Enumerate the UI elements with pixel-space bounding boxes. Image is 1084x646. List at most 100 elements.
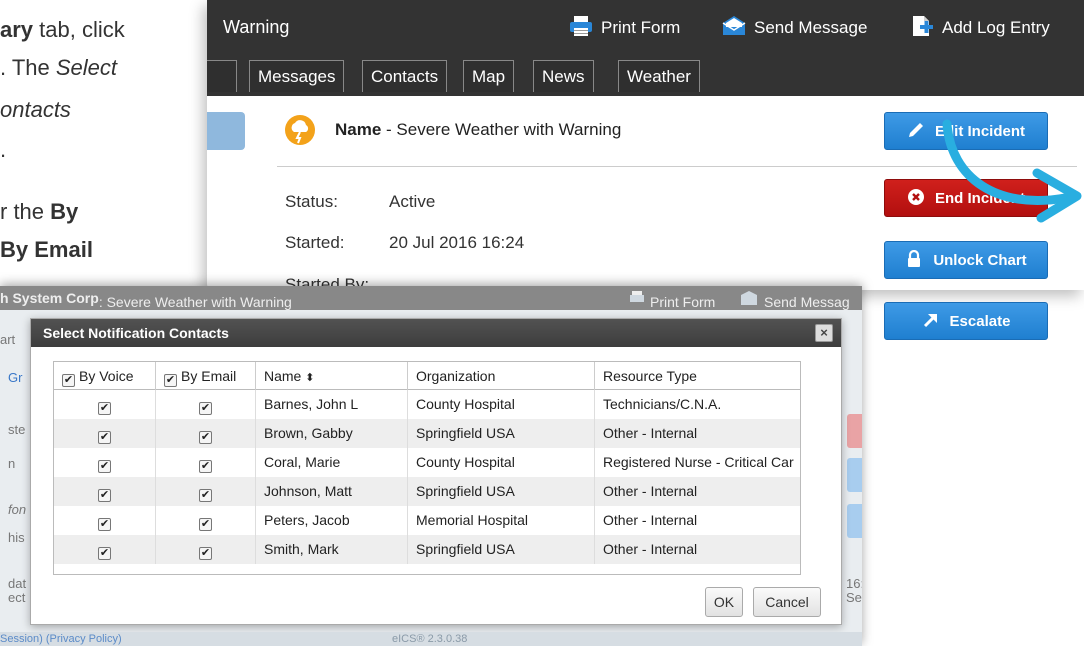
contact-organization: Memorial Hospital [408,506,595,535]
contact-resource-type: Registered Nurse - Critical Car [603,454,794,470]
contact-name: Peters, Jacob [256,506,408,535]
status-label: Status: [285,192,338,211]
instruction-line-3: ontacts [0,97,71,122]
contact-organization: Springfield USA [408,419,595,448]
by-voice-checkbox[interactable]: ✔ [98,489,111,502]
underlying-print-form[interactable]: Print Form [628,290,715,310]
by-email-checkbox[interactable]: ✔ [199,402,212,415]
instruction-line-6: By Email [0,237,93,262]
by-email-select-all-checkbox[interactable]: ✔ [164,374,177,387]
by-voice-checkbox[interactable]: ✔ [98,431,111,444]
footer-links[interactable]: Session) (Privacy Policy) [0,633,122,645]
tab-summary[interactable] [207,60,237,92]
add-log-entry-button[interactable]: Add Log Entry [910,15,1050,38]
instruction-line-2: . The Select [0,55,118,80]
instruction-line-5: r the By [0,199,79,224]
tab-weather[interactable]: Weather [618,60,700,92]
printer-icon [569,15,593,37]
close-icon[interactable]: × [815,324,833,342]
tab-news[interactable]: News [533,60,594,92]
send-message-button[interactable]: Send Message [722,15,867,38]
by-voice-select-all-checkbox[interactable]: ✔ [62,374,75,387]
incident-window: Warning Print Form Send Message Add Log … [207,0,1084,290]
contact-resource-type: Other - Internal [603,512,698,528]
contact-organization: Springfield USA [408,477,595,506]
underlying-button [847,458,862,492]
incident-name: Name - Severe Weather with Warning [335,120,622,139]
contact-resource-type: Other - Internal [603,483,698,499]
contacts-table: ✔ By Voice ✔ By Email Name ⬍ Organization … [53,361,801,575]
dialog-header: Select Notification Contacts × [31,319,841,347]
contact-name: Barnes, John L [256,390,408,419]
table-row[interactable]: ✔ ✔ Smith, Mark Springfield USA Other - … [54,535,800,564]
by-email-checkbox[interactable]: ✔ [199,489,212,502]
escalate-label: Escalate [949,313,1011,330]
add-log-entry-label: Add Log Entry [942,18,1050,37]
by-email-checkbox[interactable]: ✔ [199,431,212,444]
underlying-titlebar: h System Corp: Severe Weather with Warni… [0,286,862,310]
underlying-send-message[interactable]: Send Messag [740,290,850,310]
contact-organization: County Hospital [408,448,595,477]
escalate-button[interactable]: Escalate [884,302,1048,340]
printer-icon [630,291,644,302]
by-email-header[interactable]: ✔ By Email [156,362,256,390]
weather-alert-icon [285,115,315,145]
contact-organization: Springfield USA [408,535,595,564]
table-row[interactable]: ✔ ✔ Peters, Jacob Memorial Hospital Othe… [54,506,800,535]
table-row[interactable]: ✔ ✔ Johnson, Matt Springfield USA Other … [54,477,800,506]
by-email-checkbox[interactable]: ✔ [199,547,212,560]
unlock-chart-button[interactable]: Unlock Chart [884,241,1048,279]
organization-header[interactable]: Organization [408,362,595,390]
select-contacts-dialog: Select Notification Contacts × ✔ By Voice… [30,318,842,625]
table-row[interactable]: ✔ ✔ Barnes, John L County Hospital Techn… [54,390,800,419]
by-email-checkbox[interactable]: ✔ [199,460,212,473]
contact-resource-type: Technicians/C.N.A. [603,396,722,412]
status-value: Active [389,192,436,211]
pencil-icon [907,116,925,137]
footer-version: eICS® 2.3.0.38 [392,633,468,645]
print-form-button[interactable]: Print Form [569,15,680,38]
instruction-line-1: ary tab, click [0,17,125,42]
incident-titlebar: Warning Print Form Send Message Add Log … [207,0,1084,56]
lock-icon [905,245,923,267]
underlying-fragment: his [8,530,25,545]
resource-type-header[interactable]: Resource Type [595,362,800,390]
print-form-label: Print Form [601,18,681,37]
contact-resource-type: Other - Internal [603,541,698,557]
underlying-fragment: fon [8,502,27,517]
unlock-chart-label: Unlock Chart [933,252,1027,269]
cancel-button[interactable]: Cancel [753,587,821,617]
arrow-up-right-icon [922,306,940,328]
by-voice-checkbox[interactable]: ✔ [98,402,111,415]
partial-button[interactable] [207,112,245,150]
by-email-checkbox[interactable]: ✔ [199,518,212,531]
underlying-footer: Session) (Privacy Policy) eICS® 2.3.0.38 [0,632,862,646]
pointer-arrow-icon [942,119,1082,223]
ok-button[interactable]: OK [705,587,743,617]
underlying-button [847,414,862,448]
underlying-fragment: dat [8,576,27,591]
name-header[interactable]: Name ⬍ [256,362,408,390]
sort-icon: ⬍ [305,372,315,384]
contact-name: Coral, Marie [256,448,408,477]
send-message-label: Send Message [754,18,868,37]
tab-map[interactable]: Map [463,60,515,92]
close-circle-icon [907,183,925,205]
incident-window-title: Warning [223,17,290,37]
notification-window: h System Corp: Severe Weather with Warni… [0,286,862,646]
by-voice-checkbox[interactable]: ✔ [98,518,111,531]
by-voice-header[interactable]: ✔ By Voice [54,362,156,390]
table-row[interactable]: ✔ ✔ Coral, Marie County Hospital Registe… [54,448,800,477]
underlying-fragment: Se [846,590,862,605]
by-voice-checkbox[interactable]: ✔ [98,547,111,560]
underlying-fragment: ste [8,422,26,437]
underlying-fragment: Gr [8,370,23,385]
contact-name: Smith, Mark [256,535,408,564]
envelope-icon [722,15,746,37]
log-entry-icon [910,15,934,37]
tab-messages[interactable]: Messages [249,60,345,92]
table-row[interactable]: ✔ ✔ Brown, Gabby Springfield USA Other -… [54,419,800,448]
by-voice-checkbox[interactable]: ✔ [98,460,111,473]
tab-contacts[interactable]: Contacts [362,60,448,92]
contact-name: Johnson, Matt [256,477,408,506]
